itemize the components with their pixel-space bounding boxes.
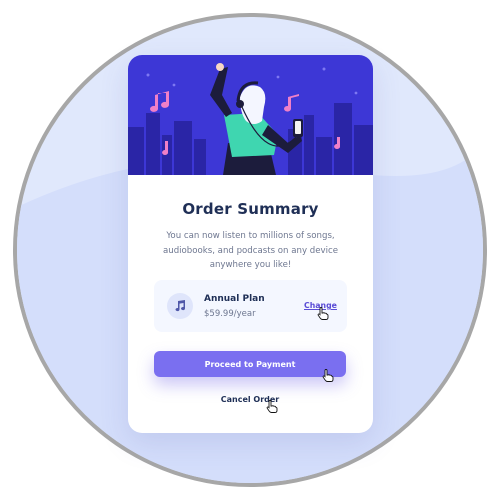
page-title: Order Summary	[182, 200, 319, 218]
plan-price: $59.99/year	[204, 309, 256, 319]
cancel-order-link[interactable]: Cancel Order	[198, 395, 302, 404]
music-note-icon	[167, 293, 193, 319]
hand-cursor-icon	[322, 369, 334, 382]
plan-summary: Annual Plan $59.99/year Change	[154, 280, 347, 332]
plan-name: Annual Plan	[204, 294, 265, 304]
hand-cursor-icon	[266, 400, 278, 413]
order-description: You can now listen to millions of songs,…	[162, 231, 338, 270]
order-summary-card: Order Summary You can now listen to mill…	[128, 55, 373, 433]
hero-illustration	[128, 55, 373, 175]
hand-cursor-icon	[317, 307, 329, 320]
proceed-to-payment-button[interactable]: Proceed to Payment	[154, 351, 346, 377]
